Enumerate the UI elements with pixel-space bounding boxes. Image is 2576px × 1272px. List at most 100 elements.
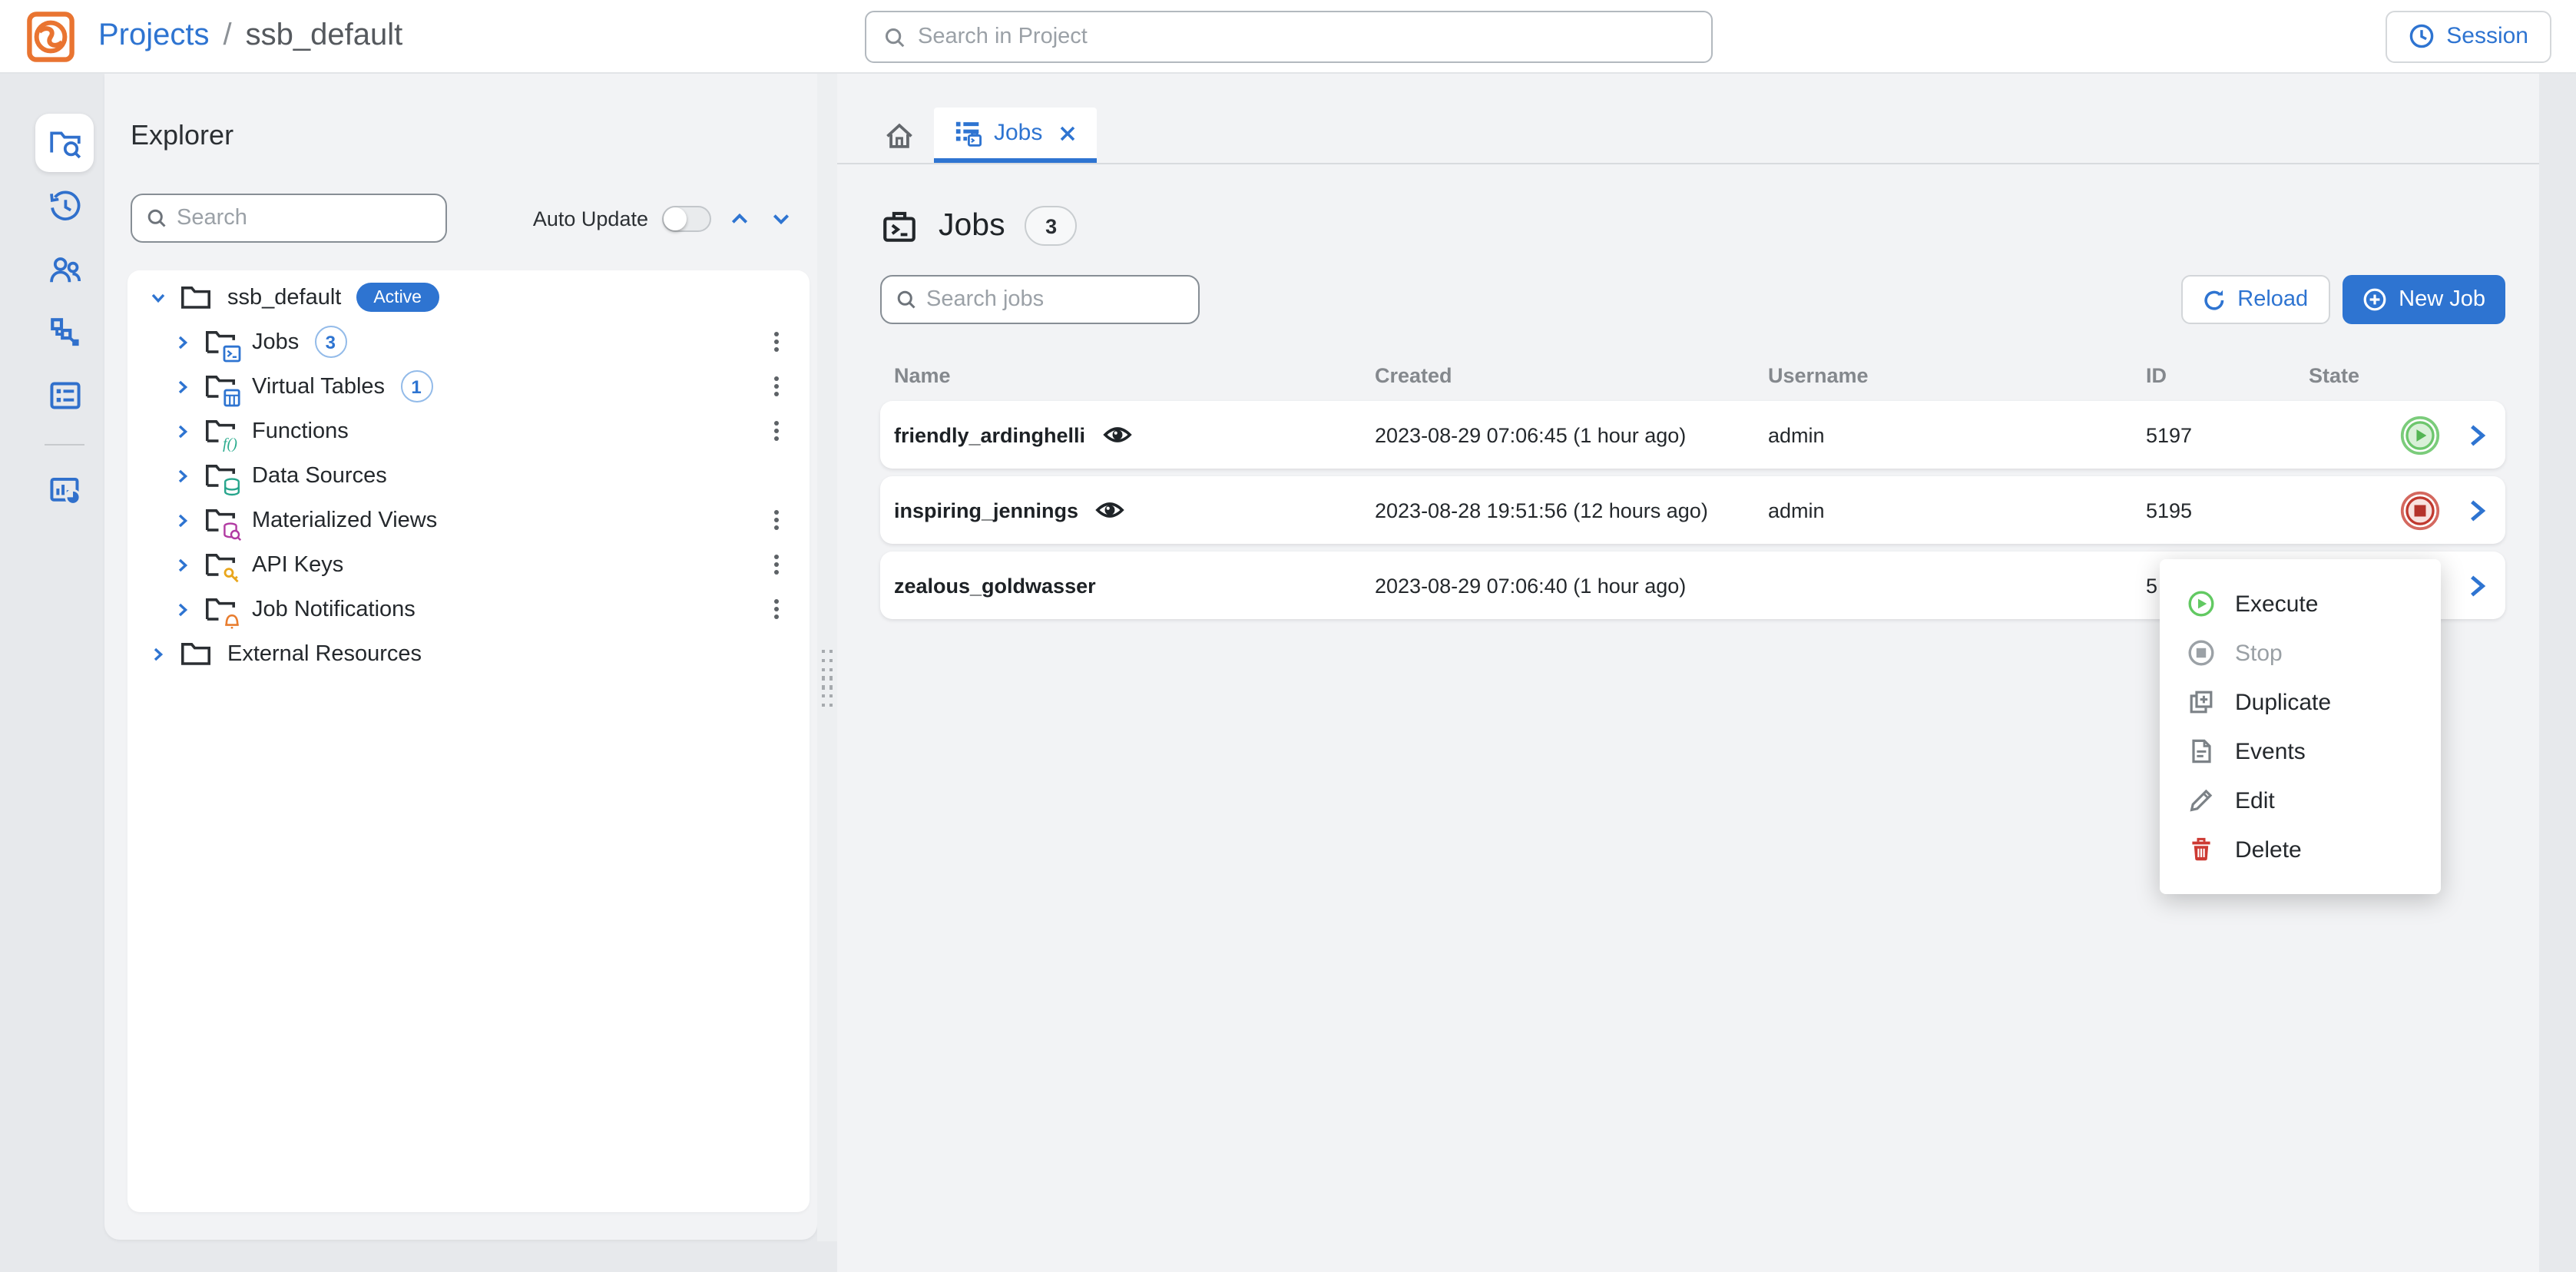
rail-item-monitoring[interactable]: [35, 461, 94, 519]
kebab-menu-icon[interactable]: [767, 368, 786, 405]
menu-item-edit[interactable]: Edit: [2160, 776, 2441, 825]
jobs-controls: Reload New Job: [880, 275, 2505, 324]
tree-label: External Resources: [227, 641, 422, 666]
search-icon: [146, 207, 167, 229]
chevron-right-icon[interactable]: [147, 644, 167, 664]
explorer-controls: Auto Update: [131, 194, 794, 243]
jobs-search: [880, 275, 1200, 324]
tree-row-api-keys[interactable]: API Keys: [127, 542, 810, 587]
collapse-all-button[interactable]: [725, 204, 753, 232]
chevron-right-icon[interactable]: [172, 421, 192, 441]
running-state-icon[interactable]: [2399, 414, 2441, 455]
breadcrumb: Projects / ssb_default: [98, 18, 402, 54]
menu-item-duplicate[interactable]: Duplicate: [2160, 677, 2441, 727]
column-header-state: State: [2309, 364, 2462, 387]
rail-item-list[interactable]: [35, 366, 94, 424]
tree-label: Functions: [252, 419, 349, 443]
main-panel: Jobs Jobs 3: [837, 74, 2539, 1272]
duplicate-icon: [2187, 688, 2215, 716]
users-icon: [47, 251, 82, 287]
kebab-menu-icon[interactable]: [767, 546, 786, 583]
menu-item-events[interactable]: Events: [2160, 727, 2441, 776]
tree-row-data-sources[interactable]: Data Sources: [127, 453, 810, 498]
tree-row-virtual-tables[interactable]: Virtual Tables 1: [127, 364, 810, 409]
menu-item-execute[interactable]: Execute: [2160, 579, 2441, 628]
chevron-right-icon[interactable]: [172, 555, 192, 575]
job-username: admin: [1768, 499, 2146, 522]
expand-all-button[interactable]: [767, 204, 794, 232]
new-job-button[interactable]: New Job: [2342, 275, 2505, 324]
project-search: [864, 11, 1712, 63]
tree-row-project[interactable]: ssb_default Active: [127, 275, 810, 320]
column-header-created: Created: [1375, 364, 1768, 387]
app-logo[interactable]: [25, 10, 77, 62]
rail-item-lineage[interactable]: [35, 303, 94, 361]
explorer-search-input[interactable]: [177, 206, 432, 230]
tree-row-jobs[interactable]: Jobs 3: [127, 320, 810, 364]
job-name: zealous_goldwasser: [894, 574, 1096, 597]
auto-update-label: Auto Update: [533, 207, 648, 230]
tree-row-functions[interactable]: f() Functions: [127, 409, 810, 453]
chevron-right-icon[interactable]: [172, 510, 192, 530]
rail-item-users[interactable]: [35, 240, 94, 298]
session-button-label: Session: [2446, 23, 2528, 49]
chevron-right-icon[interactable]: [172, 332, 192, 352]
rail-item-explorer[interactable]: [35, 114, 94, 172]
explorer-title: Explorer: [131, 120, 817, 152]
column-header-username: Username: [1768, 364, 2146, 387]
column-header-id: ID: [2146, 364, 2309, 387]
menu-item-label: Delete: [2235, 836, 2302, 863]
folder-jobs-icon: [204, 329, 237, 355]
job-name-cell: friendly_ardinghelli: [880, 423, 1375, 446]
auto-update-toggle[interactable]: [662, 205, 711, 231]
chevron-right-icon[interactable]: [172, 599, 192, 619]
row-chevron-right-icon[interactable]: [2465, 497, 2488, 523]
chevron-right-icon[interactable]: [172, 376, 192, 396]
jobs-tab-icon: [954, 118, 983, 147]
tree-label: Job Notifications: [252, 597, 416, 621]
stopped-state-icon[interactable]: [2399, 489, 2441, 531]
folder-database-icon: [204, 462, 237, 489]
chevron-right-icon[interactable]: [172, 465, 192, 485]
tree-row-job-notifications[interactable]: Job Notifications: [127, 587, 810, 631]
tree-row-materialized-views[interactable]: Materialized Views: [127, 498, 810, 542]
reload-button[interactable]: Reload: [2180, 275, 2329, 324]
table-row[interactable]: inspiring_jennings 2023-08-28 19:51:56 (…: [880, 476, 2505, 544]
menu-item-stop: Stop: [2160, 628, 2441, 677]
menu-item-delete[interactable]: Delete: [2160, 825, 2441, 874]
table-row[interactable]: friendly_ardinghelli 2023-08-29 07:06:45…: [880, 401, 2505, 469]
jobs-search-input[interactable]: [926, 287, 1184, 312]
kebab-menu-icon[interactable]: [767, 591, 786, 628]
explorer-panel: Explorer Auto Update: [104, 74, 817, 1240]
breadcrumb-projects-link[interactable]: Projects: [98, 18, 210, 54]
session-button[interactable]: Session: [2385, 10, 2551, 62]
stop-circle-icon: [2187, 639, 2215, 667]
chevron-down-icon[interactable]: [147, 287, 167, 307]
divider-drag-handle[interactable]: [820, 645, 834, 711]
jobs-count-badge: 3: [314, 326, 346, 358]
reload-button-label: Reload: [2237, 287, 2308, 312]
tree-row-external-resources[interactable]: External Resources: [127, 631, 810, 676]
rail-divider: [45, 444, 84, 446]
row-chevron-right-icon[interactable]: [2465, 572, 2488, 598]
search-icon: [896, 289, 917, 310]
rail-item-history[interactable]: [35, 177, 94, 235]
tab-close-icon[interactable]: [1058, 124, 1076, 142]
monitoring-icon: [47, 472, 82, 508]
eye-icon[interactable]: [1095, 499, 1124, 521]
tree-label: Virtual Tables: [252, 374, 385, 399]
kebab-menu-icon[interactable]: [767, 502, 786, 538]
folder-table-icon: [204, 373, 237, 399]
eye-icon[interactable]: [1102, 424, 1131, 446]
project-search-input[interactable]: [918, 25, 1694, 49]
auto-update-control: Auto Update: [533, 204, 794, 232]
search-icon: [882, 25, 906, 48]
kebab-menu-icon[interactable]: [767, 323, 786, 360]
kebab-menu-icon[interactable]: [767, 412, 786, 449]
lineage-icon: [47, 314, 82, 349]
job-id: 5197: [2146, 423, 2309, 446]
tab-jobs[interactable]: Jobs: [934, 108, 1096, 163]
tab-home[interactable]: [863, 108, 934, 163]
explorer-search: [131, 194, 447, 243]
row-chevron-right-icon[interactable]: [2465, 422, 2488, 448]
